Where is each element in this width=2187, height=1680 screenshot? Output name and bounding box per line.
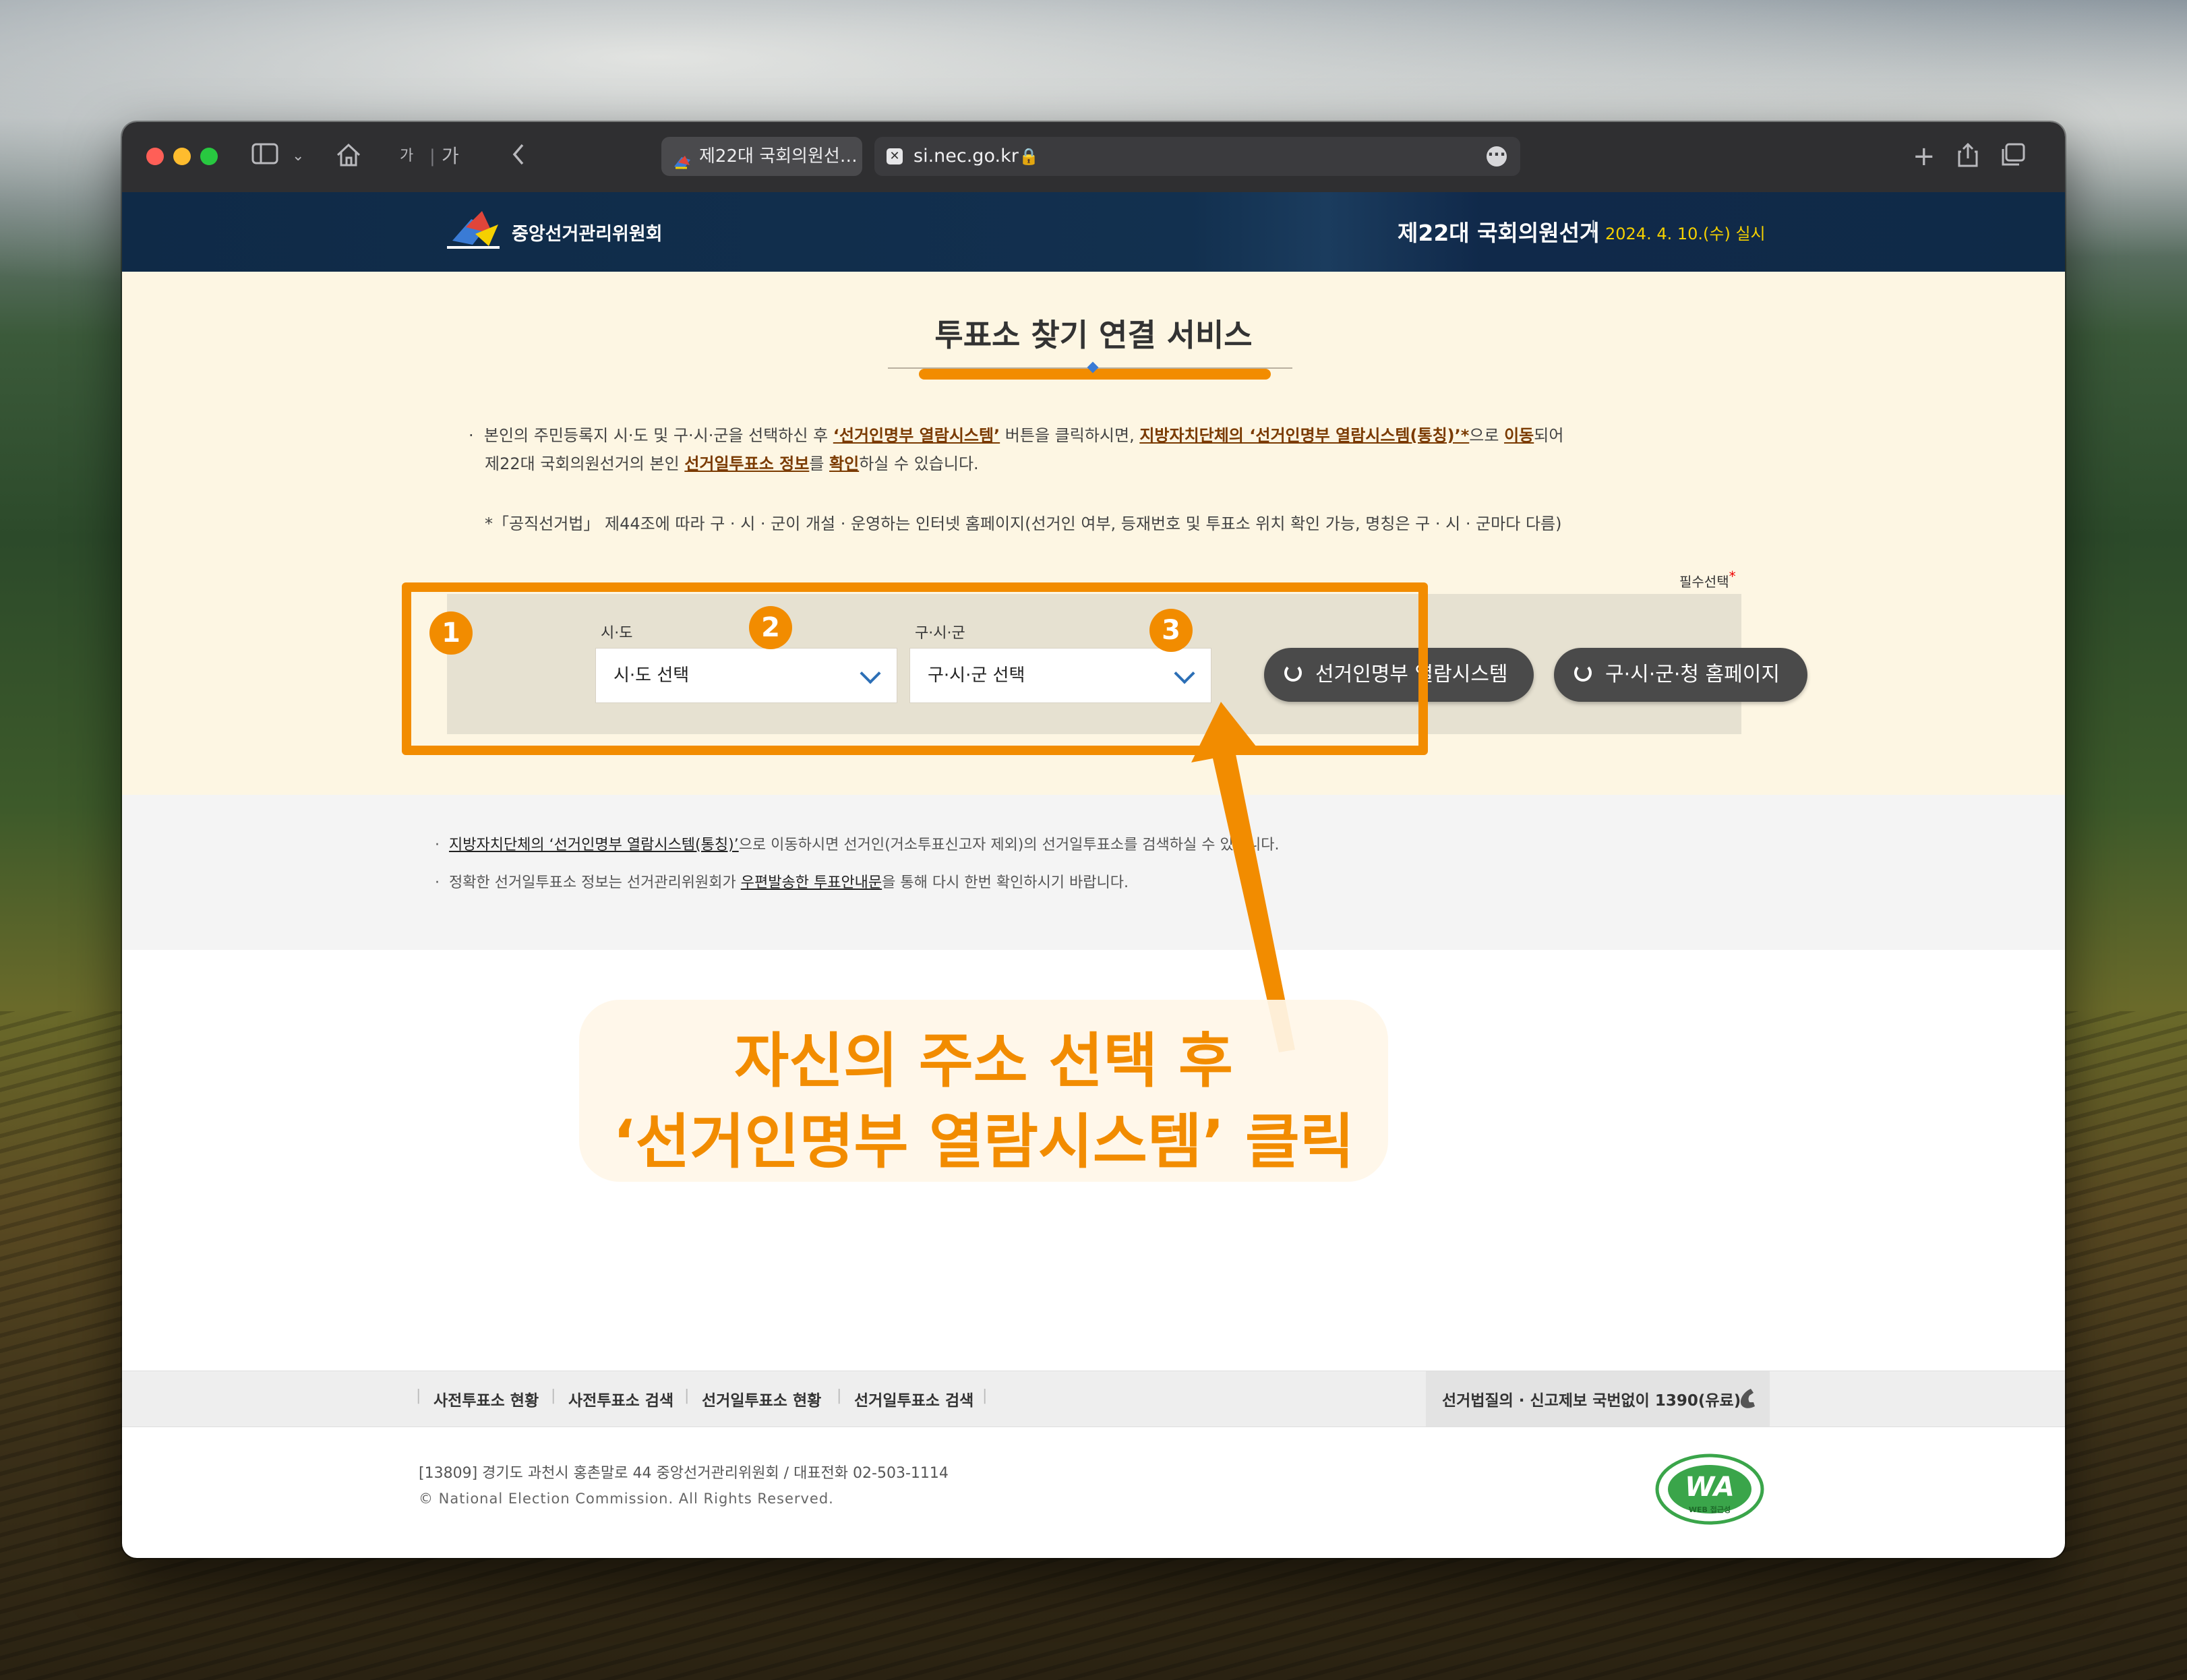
back-icon[interactable]: [510, 142, 527, 173]
instruction-callout: 자신의 주소 선택 후 ‘선거인명부 열람시스템’ 클릭: [579, 1000, 1388, 1182]
site-favicon-icon: [672, 147, 692, 169]
footer-nav: | 사전투표소 현황 | 사전투표소 검색 | 선거일투표소 현황 | 선거일투…: [122, 1371, 2065, 1427]
footer-divider: |: [551, 1387, 556, 1404]
zoom-window-button[interactable]: [200, 148, 218, 165]
refresh-icon: [1574, 664, 1592, 682]
mailed-notice-link[interactable]: 우편발송한 투표안내문: [741, 874, 882, 891]
text-larger-button[interactable]: 가: [442, 142, 459, 171]
page-title: 투표소 찾기 연결 서비스: [934, 317, 1253, 353]
required-label: 필수선택: [1679, 571, 1736, 591]
step-badge-2: 2: [749, 606, 792, 649]
footer-link-eday-status[interactable]: 선거일투표소 현황: [702, 1387, 821, 1410]
description: · 본인의 주민등록지 시·도 및 구·시·군을 선택하신 후 ‘선거인명부 열…: [469, 421, 1669, 478]
browser-toolbar: ⌄ 가 | 가 제22대 국회의원선… ✕ si.nec.go.kr 🔒 ···…: [122, 122, 2065, 193]
sidebar-toggle-icon[interactable]: [251, 142, 278, 172]
lock-icon: 🔒: [1019, 147, 1039, 166]
minimize-window-button[interactable]: [173, 148, 191, 165]
footer-divider: |: [416, 1387, 421, 1404]
step-badge-1: 1: [429, 611, 473, 655]
election-date: 2024. 4. 10.(수) 실시: [1605, 224, 1766, 243]
hotline-text: 선거법질의 · 신고제보 국번없이 1390(유료): [1442, 1392, 1741, 1410]
phone-icon: [1740, 1389, 1755, 1408]
web-accessibility-mark: WA WEB 접근성: [1654, 1451, 1766, 1527]
city-homepage-button[interactable]: 구·시·군·청 홈페이지: [1554, 648, 1807, 702]
step-badge-3: 3: [1149, 609, 1193, 652]
instruction-line-2: ‘선거인명부 열람시스템’ 클릭: [613, 1107, 1354, 1176]
org-name[interactable]: 중앙선거관리위원회: [512, 219, 663, 245]
tab-active[interactable]: 제22대 국회의원선…: [661, 137, 862, 176]
info-line-1: · 지방자치단체의 ‘선거인명부 열람시스템(통칭)’으로 이동하시면 선거인(…: [435, 837, 1280, 853]
header-separator: |: [1590, 218, 1596, 238]
election-name: 제22대 국회의원선거: [1398, 220, 1600, 246]
page-close-icon: ✕: [887, 148, 903, 164]
nec-logo-icon[interactable]: [446, 207, 504, 254]
footer-address: [13809] 경기도 과천시 홍촌말로 44 중앙선거관리위원회 / 대표전화…: [419, 1465, 949, 1482]
close-window-button[interactable]: [146, 148, 164, 165]
home-icon[interactable]: [335, 142, 362, 175]
new-tab-icon[interactable]: +: [1913, 142, 1936, 171]
site-header: 중앙선거관리위원회 제22대 국회의원선거 | 2024. 4. 10.(수) …: [122, 192, 2065, 272]
chevron-down-icon[interactable]: ⌄: [292, 142, 304, 171]
description-line-2: 제22대 국회의원선거의 본인 선거일투표소 정보를 확인하실 수 있습니다.: [485, 454, 979, 473]
url-text: si.nec.go.kr: [913, 146, 1019, 167]
footer-divider: |: [684, 1387, 690, 1404]
law-footnote: *「공직선거법」 제44조에 따라 구 · 시 · 군이 개설 · 운영하는 인…: [485, 514, 1562, 533]
description-line-1: · 본인의 주민등록지 시·도 및 구·시·군을 선택하신 후 ‘선거인명부 열…: [469, 426, 1564, 445]
footer-divider: |: [837, 1387, 842, 1404]
info-line-2: · 정확한 선거일투표소 정보는 선거관리위원회가 우편발송한 투표안내문을 통…: [435, 874, 1129, 891]
wa-sub-text: WEB 접근성: [1688, 1505, 1731, 1514]
wa-mark-text: WA: [1685, 1472, 1735, 1503]
footer-link-early-search[interactable]: 사전투표소 검색: [568, 1387, 673, 1410]
more-options-icon[interactable]: ···: [1487, 146, 1507, 167]
instruction-line-1: 자신의 주소 선택 후: [734, 1026, 1233, 1096]
search-section: 투표소 찾기 연결 서비스 · 본인의 주민등록지 시·도 및 구·시·군을 선…: [122, 272, 2065, 795]
info-section: · 지방자치단체의 ‘선거인명부 열람시스템(통칭)’으로 이동하시면 선거인(…: [122, 795, 2065, 950]
browser-window: ⌄ 가 | 가 제22대 국회의원선… ✕ si.nec.go.kr 🔒 ···…: [122, 122, 2065, 1558]
footer-link-eday-search[interactable]: 선거일투표소 검색: [854, 1387, 973, 1410]
highlight-box: [402, 582, 1428, 755]
hotline-box: 선거법질의 · 신고제보 국번없이 1390(유료): [1426, 1371, 1770, 1427]
registry-link[interactable]: 지방자치단체의 ‘선거인명부 열람시스템(통칭)’: [449, 837, 739, 853]
footer-link-early-status[interactable]: 사전투표소 현황: [433, 1387, 539, 1410]
footer-divider: |: [982, 1387, 988, 1404]
tab-overview-icon[interactable]: [2000, 142, 2026, 173]
address-bar[interactable]: ✕ si.nec.go.kr 🔒 ···: [874, 137, 1520, 176]
text-smaller-button[interactable]: 가: [400, 142, 413, 171]
toolbar-divider: |: [429, 146, 436, 167]
share-icon[interactable]: [1957, 142, 1979, 175]
tab-title: 제22대 국회의원선…: [699, 146, 858, 167]
footer-copyright: © National Election Commission. All Righ…: [419, 1491, 834, 1507]
